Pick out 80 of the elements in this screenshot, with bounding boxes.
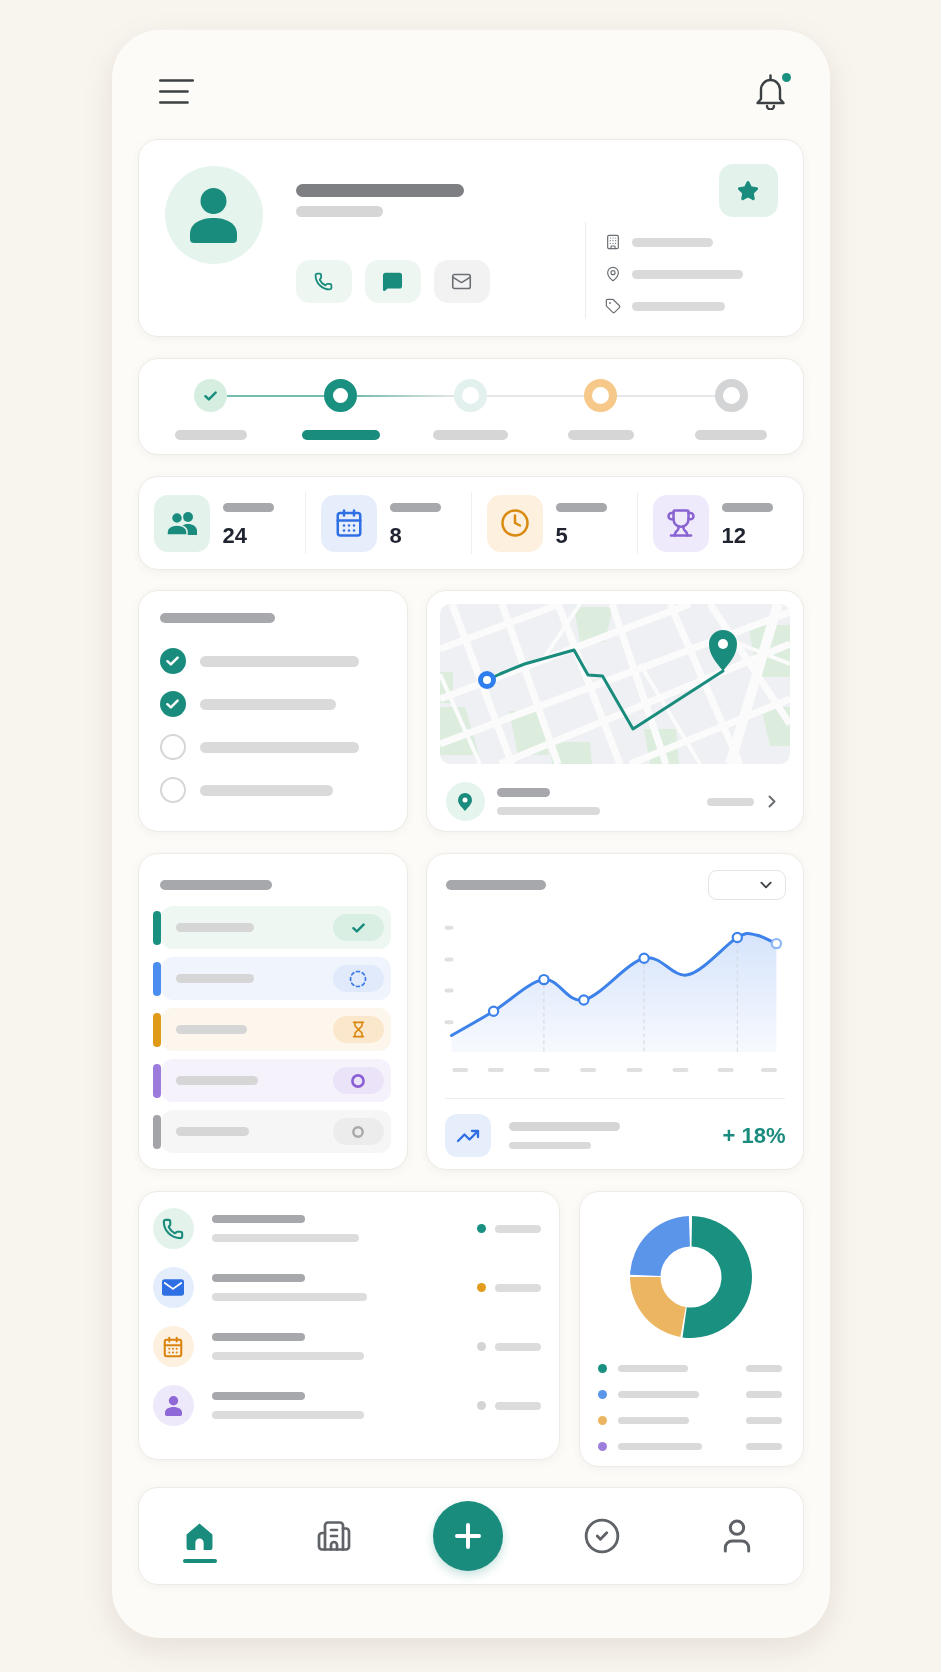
text-placeholder <box>494 1224 541 1233</box>
growth-value: + 18% <box>722 1123 786 1148</box>
trophy-icon <box>652 494 709 552</box>
menu-button[interactable] <box>158 78 194 104</box>
phone-icon <box>314 272 333 291</box>
location-pin-icon <box>445 782 485 821</box>
text-placeholder <box>494 1401 541 1410</box>
checkbox[interactable] <box>159 648 186 674</box>
dashed-circle-badge-icon <box>332 965 384 992</box>
phone-icon <box>152 1208 194 1249</box>
ring-badge-icon <box>332 1067 384 1094</box>
email-button[interactable] <box>433 260 490 303</box>
calendar-icon <box>152 1326 194 1367</box>
plus-icon <box>455 1523 481 1549</box>
y-label-placeholder <box>444 988 453 993</box>
star-icon <box>737 179 759 202</box>
text-placeholder <box>745 1417 782 1424</box>
call-button[interactable] <box>295 260 352 303</box>
mail-icon <box>152 1267 194 1308</box>
hourglass-badge-icon <box>332 1016 384 1043</box>
text-placeholder <box>706 797 754 806</box>
active-indicator <box>182 1559 217 1563</box>
stat-value: 5 <box>555 525 569 547</box>
checkbox[interactable] <box>159 777 186 803</box>
y-label-placeholder <box>444 1020 453 1025</box>
chevron-down-icon <box>759 881 772 889</box>
text-placeholder <box>175 1025 247 1034</box>
text-placeholder <box>745 1391 782 1398</box>
label-placeholder <box>555 503 607 512</box>
stat-value: 24 <box>222 525 248 547</box>
chart-point <box>577 994 589 1006</box>
check-badge-icon <box>332 914 384 941</box>
calendar-icon <box>320 494 377 552</box>
map-pin-icon <box>708 630 737 671</box>
check-circle-icon <box>583 1517 622 1555</box>
mail-icon <box>451 271 472 292</box>
chart-point <box>770 937 782 950</box>
chart-point <box>537 973 550 986</box>
home-icon <box>185 1521 214 1551</box>
checkbox[interactable] <box>159 691 186 717</box>
tag-icon <box>604 298 621 314</box>
building-icon <box>604 234 621 250</box>
building-icon <box>315 1518 352 1554</box>
y-label-placeholder <box>444 925 453 930</box>
favorite-button[interactable] <box>718 164 778 217</box>
map-pin-icon <box>604 266 621 282</box>
bell-icon <box>754 73 786 110</box>
check-icon <box>166 699 179 709</box>
person-icon <box>152 1385 194 1426</box>
y-label-placeholder <box>444 957 453 962</box>
stat-value: 12 <box>721 525 747 547</box>
check-icon <box>166 656 179 666</box>
trend-up-icon <box>444 1114 491 1157</box>
label-placeholder <box>222 503 274 512</box>
text-placeholder <box>745 1365 782 1372</box>
person-icon <box>190 187 237 243</box>
label-placeholder <box>721 503 773 512</box>
checkbox[interactable] <box>159 734 186 760</box>
step-label-placeholder <box>567 430 634 440</box>
menu-icon <box>158 78 194 104</box>
chart-point <box>731 931 743 944</box>
text-placeholder <box>494 1283 541 1292</box>
location-dot-icon <box>477 671 496 689</box>
stat-value: 8 <box>389 525 403 547</box>
people-icon <box>153 494 210 552</box>
chat-bubble-icon <box>382 271 403 292</box>
title-placeholder <box>496 788 550 797</box>
text-placeholder <box>617 1365 688 1372</box>
add-button[interactable] <box>433 1501 503 1571</box>
label-placeholder <box>389 503 441 512</box>
message-button[interactable] <box>364 260 421 303</box>
ring-badge-icon <box>332 1118 384 1145</box>
chevron-right-icon <box>767 795 776 808</box>
notifications-button[interactable] <box>754 72 791 110</box>
chart-point <box>487 1005 499 1017</box>
text-placeholder <box>494 1342 541 1351</box>
text-placeholder <box>617 1417 689 1424</box>
chart-point <box>637 952 650 964</box>
clock-icon <box>486 494 543 552</box>
text-placeholder <box>745 1443 782 1450</box>
